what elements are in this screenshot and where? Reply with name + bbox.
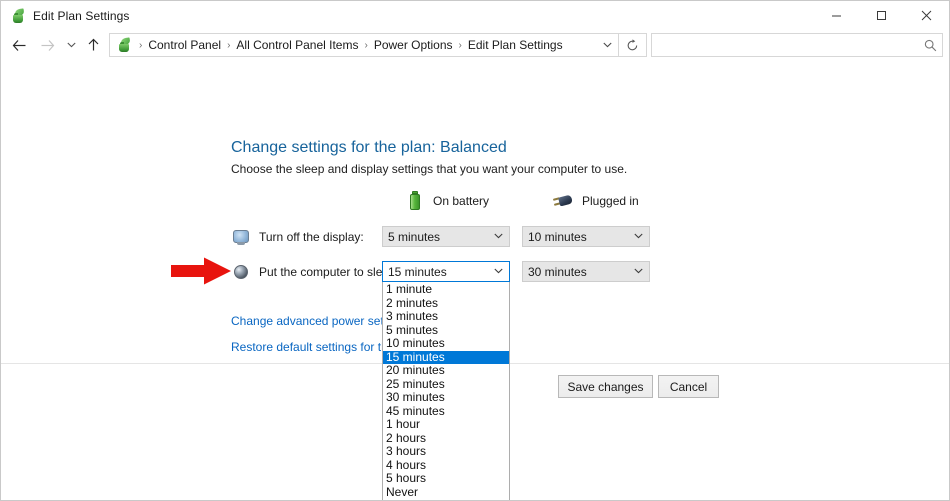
page-title: Change settings for the plan: Balanced (231, 139, 507, 156)
save-changes-button[interactable]: Save changes (558, 375, 653, 398)
dropdown-option[interactable]: 2 hours (383, 431, 509, 446)
up-arrow-icon (88, 38, 98, 51)
power-plan-plant-icon (116, 37, 132, 53)
dropdown-option[interactable]: 20 minutes (383, 363, 509, 378)
monitor-icon (233, 229, 250, 246)
up-button[interactable] (81, 32, 105, 58)
address-bar: › Control Panel › All Control Panel Item… (1, 30, 949, 60)
back-button[interactable] (5, 32, 33, 58)
power-plan-plant-icon (10, 7, 26, 24)
dropdown-option[interactable]: 5 minutes (383, 323, 509, 338)
breadcrumb[interactable]: › Control Panel › All Control Panel Item… (109, 33, 619, 57)
back-arrow-icon (12, 39, 25, 51)
search-icon (922, 39, 938, 52)
red-annotation-arrow (171, 257, 231, 285)
dropdown-option[interactable]: 1 hour (383, 417, 509, 432)
setting-row-turn-off-display: Turn off the display: (233, 226, 364, 248)
dropdown-option[interactable]: Never (383, 485, 509, 500)
edit-plan-settings-window: Edit Plan Settings › Control Panel › All… (0, 0, 950, 501)
refresh-button[interactable] (619, 33, 647, 57)
combo-value: 5 minutes (388, 229, 441, 244)
battery-icon (406, 191, 424, 211)
forward-button[interactable] (33, 32, 61, 58)
sleep-moon-icon (233, 264, 250, 281)
recent-locations-button[interactable] (61, 32, 81, 58)
breadcrumb-separator: › (139, 39, 143, 51)
title-bar: Edit Plan Settings (1, 1, 949, 30)
search-input[interactable] (659, 37, 922, 53)
window-controls (814, 1, 949, 30)
setting-row-put-computer-to-sleep: Put the computer to sleep: (233, 261, 399, 283)
breadcrumb-separator: › (458, 39, 462, 51)
breadcrumb-dropdown-button[interactable] (596, 40, 618, 51)
forward-arrow-icon (41, 39, 54, 51)
column-header-label: On battery (433, 194, 490, 208)
combo-value: 30 minutes (528, 264, 587, 279)
chevron-down-icon (634, 267, 643, 277)
combo-value: 10 minutes (528, 229, 587, 244)
dropdown-option[interactable]: 4 hours (383, 458, 509, 473)
content-area: Change settings for the plan: Balanced C… (1, 60, 949, 500)
cancel-button[interactable]: Cancel (658, 375, 719, 398)
combo-sleep-on-battery[interactable]: 15 minutes (382, 261, 510, 282)
breadcrumb-item-power-options[interactable]: Power Options (371, 38, 456, 52)
dropdown-list-sleep-on-battery[interactable]: 1 minute 2 minutes 3 minutes 5 minutes 10 mi… (382, 282, 510, 500)
setting-label: Turn off the display: (259, 230, 364, 244)
chevron-down-icon (602, 42, 612, 47)
maximize-button[interactable] (859, 1, 904, 30)
combo-turn-off-display-on-battery[interactable]: 5 minutes (382, 226, 510, 247)
column-header-plugged-in: Plugged in (551, 192, 639, 210)
column-headers: On battery Plugged in (406, 191, 639, 211)
combo-turn-off-display-plugged-in[interactable]: 10 minutes (522, 226, 650, 247)
search-box[interactable] (651, 33, 943, 57)
breadcrumb-item-control-panel[interactable]: Control Panel (145, 38, 224, 52)
dropdown-option-selected[interactable]: 15 minutes (383, 350, 509, 364)
minimize-icon (832, 15, 841, 17)
dropdown-option[interactable]: 3 minutes (383, 309, 509, 324)
maximize-icon (877, 11, 886, 20)
dropdown-option[interactable]: 25 minutes (383, 377, 509, 392)
dropdown-option[interactable]: 30 minutes (383, 390, 509, 405)
title-bar-left: Edit Plan Settings (1, 7, 130, 24)
dropdown-option[interactable]: 3 hours (383, 444, 509, 459)
dropdown-option[interactable]: 45 minutes (383, 404, 509, 419)
breadcrumb-separator: › (364, 39, 368, 51)
page-subtitle: Choose the sleep and display settings th… (231, 162, 628, 176)
dropdown-option[interactable]: 2 minutes (383, 296, 509, 311)
chevron-down-icon (66, 42, 76, 48)
dropdown-option[interactable]: 10 minutes (383, 336, 509, 351)
combo-sleep-plugged-in[interactable]: 30 minutes (522, 261, 650, 282)
breadcrumb-separator: › (227, 39, 231, 51)
column-header-label: Plugged in (582, 194, 639, 208)
dropdown-option[interactable]: 1 minute (383, 282, 509, 297)
combo-value: 15 minutes (388, 264, 447, 279)
breadcrumb-icon-wrap (110, 37, 136, 53)
window-title: Edit Plan Settings (33, 8, 130, 23)
close-icon (921, 10, 932, 21)
minimize-button[interactable] (814, 1, 859, 30)
refresh-icon (627, 38, 638, 50)
dropdown-option[interactable]: 5 hours (383, 471, 509, 486)
close-button[interactable] (904, 1, 949, 30)
chevron-down-icon (634, 232, 643, 242)
breadcrumb-item-edit-plan-settings[interactable]: Edit Plan Settings (465, 38, 566, 52)
plug-icon (551, 192, 573, 210)
chevron-down-icon (494, 232, 503, 242)
chevron-down-icon (494, 267, 503, 277)
setting-label: Put the computer to sleep: (259, 265, 400, 279)
breadcrumb-item-all-control-panel-items[interactable]: All Control Panel Items (233, 38, 361, 52)
column-header-on-battery: On battery (406, 191, 551, 211)
